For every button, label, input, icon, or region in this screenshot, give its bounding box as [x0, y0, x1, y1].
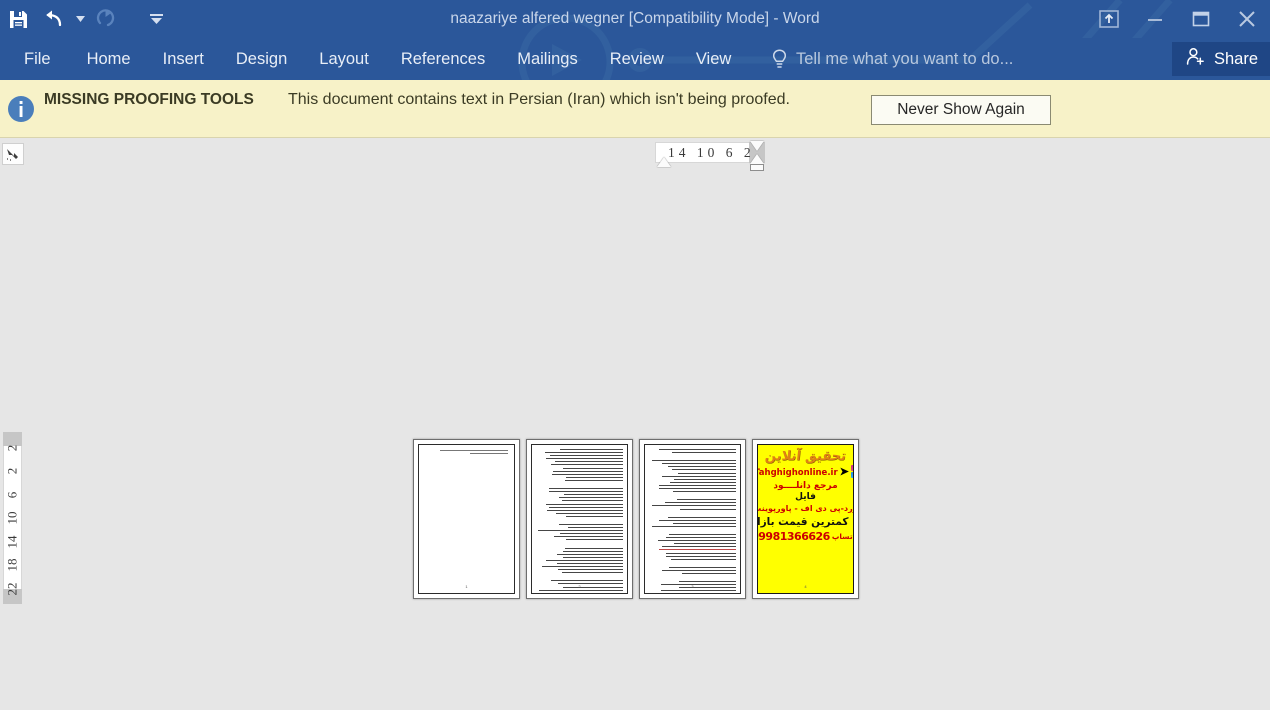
- notification-message: This document contains text in Persian (…: [288, 88, 848, 112]
- tab-file[interactable]: File: [0, 38, 71, 80]
- tab-mailings[interactable]: Mailings: [501, 38, 594, 80]
- redo-icon[interactable]: [88, 4, 124, 34]
- title-bar: naazariye alfered wegner [Compatibility …: [0, 0, 1270, 38]
- tell-me-box[interactable]: Tell me what you want to do...: [772, 38, 1013, 80]
- advert-line-1: مرجع دانلــــود: [773, 481, 837, 491]
- instagram-chip-icon: [851, 465, 854, 471]
- advert-line-4: با کمترین قیمت بازار: [757, 516, 854, 528]
- advert-app-chips: [851, 465, 854, 478]
- page-3-text: [649, 449, 736, 594]
- advert-site-row: Tahghighonline.ir ➤: [757, 465, 854, 478]
- advert-whatsapp-label: واتساپ: [832, 532, 854, 541]
- tab-references[interactable]: References: [385, 38, 501, 80]
- arrow-left-icon: ➤: [840, 468, 849, 476]
- page-thumbnail-4[interactable]: تحقیق آنلاین Tahghighonline.ir ➤ مرجع دا…: [752, 439, 859, 599]
- advert-logo-text: تحقیق آنلاین: [764, 450, 846, 463]
- info-icon: [7, 95, 35, 128]
- vertical-ruler-ticks: 2 2 6 10 14 18 22: [3, 432, 22, 604]
- word-window: naazariye alfered wegner [Compatibility …: [0, 0, 1270, 710]
- vertical-tick: 22: [5, 582, 21, 595]
- share-person-icon: [1186, 47, 1205, 71]
- undo-icon[interactable]: [36, 4, 72, 34]
- advert-website: Tahghighonline.ir: [757, 468, 838, 478]
- page-2-number: 2: [532, 584, 627, 589]
- page-1-number: 1: [419, 584, 514, 589]
- close-icon[interactable]: [1224, 0, 1270, 38]
- ribbon-tab-bar: File Home Insert Design Layout Reference…: [0, 38, 1270, 80]
- vertical-tick: 14: [5, 535, 21, 548]
- vertical-tick: 10: [5, 512, 21, 525]
- advertisement: تحقیق آنلاین Tahghighonline.ir ➤ مرجع دا…: [760, 447, 851, 591]
- customize-quick-access-caret-icon[interactable]: [148, 4, 164, 34]
- lightbulb-icon: [772, 49, 787, 70]
- share-label: Share: [1214, 50, 1258, 69]
- page-2-text: [536, 449, 623, 594]
- vertical-tick: 2: [5, 444, 21, 451]
- telegram-chip-icon: [851, 472, 854, 478]
- ribbon-display-options-icon[interactable]: [1086, 0, 1132, 38]
- page-thumbnail-2[interactable]: 2: [526, 439, 633, 599]
- quick-access-toolbar: [0, 0, 164, 38]
- vertical-tick: 6: [5, 491, 21, 498]
- tab-review[interactable]: Review: [594, 38, 680, 80]
- advert-phone-row: واتساپ 09981366626: [757, 530, 854, 543]
- ribbon-tabs: File Home Insert Design Layout Reference…: [0, 38, 747, 80]
- advert-phone-number: 09981366626: [757, 530, 830, 543]
- page-thumbnail-1[interactable]: 1: [413, 439, 520, 599]
- page-4-number: 4: [758, 584, 853, 589]
- tab-design[interactable]: Design: [220, 38, 303, 80]
- page-4-content: تحقیق آنلاین Tahghighonline.ir ➤ مرجع دا…: [757, 444, 854, 594]
- page-1-content: 1: [418, 444, 515, 594]
- window-controls: [1086, 0, 1270, 38]
- minimize-icon[interactable]: [1132, 0, 1178, 38]
- left-indent-box-marker-icon[interactable]: [750, 164, 764, 171]
- share-button[interactable]: Share: [1172, 42, 1270, 76]
- vertical-tick: 18: [5, 559, 21, 572]
- undo-dropdown-caret-icon[interactable]: [72, 4, 88, 34]
- right-indent-top-marker-icon[interactable]: [750, 141, 764, 151]
- save-icon[interactable]: [0, 4, 36, 34]
- tab-view[interactable]: View: [680, 38, 747, 80]
- page-3-number: 3: [645, 584, 740, 589]
- window-title: naazariye alfered wegner [Compatibility …: [0, 0, 1270, 38]
- tab-layout[interactable]: Layout: [303, 38, 385, 80]
- page-2-content: 2: [531, 444, 628, 594]
- left-tab-stop-icon[interactable]: [2, 143, 24, 165]
- never-show-again-button[interactable]: Never Show Again: [871, 95, 1051, 125]
- notification-title: MISSING PROOFING TOOLS: [44, 88, 274, 112]
- page-3-content: 3: [644, 444, 741, 594]
- tab-home[interactable]: Home: [71, 38, 147, 80]
- first-line-indent-marker-icon[interactable]: [657, 157, 671, 167]
- restore-icon[interactable]: [1178, 0, 1224, 38]
- tell-me-label: Tell me what you want to do...: [796, 50, 1013, 69]
- advert-line-3: ورد-پی دی اف - پاورپوینت: [757, 504, 854, 513]
- vertical-tick: 2: [5, 468, 21, 475]
- page-thumbnails: 1 2 3 تحقیق آنلاین Tahghighonline.ir ➤ م…: [413, 439, 859, 599]
- advert-line-2: فایل: [795, 492, 816, 502]
- page-1-text: [423, 450, 510, 456]
- right-indent-bottom-marker-icon[interactable]: [750, 154, 764, 164]
- horizontal-ruler-ticks: 14 10 6 2: [668, 142, 755, 163]
- page-thumbnail-3[interactable]: 3: [639, 439, 746, 599]
- document-workspace: [0, 139, 1270, 710]
- tab-insert[interactable]: Insert: [147, 38, 220, 80]
